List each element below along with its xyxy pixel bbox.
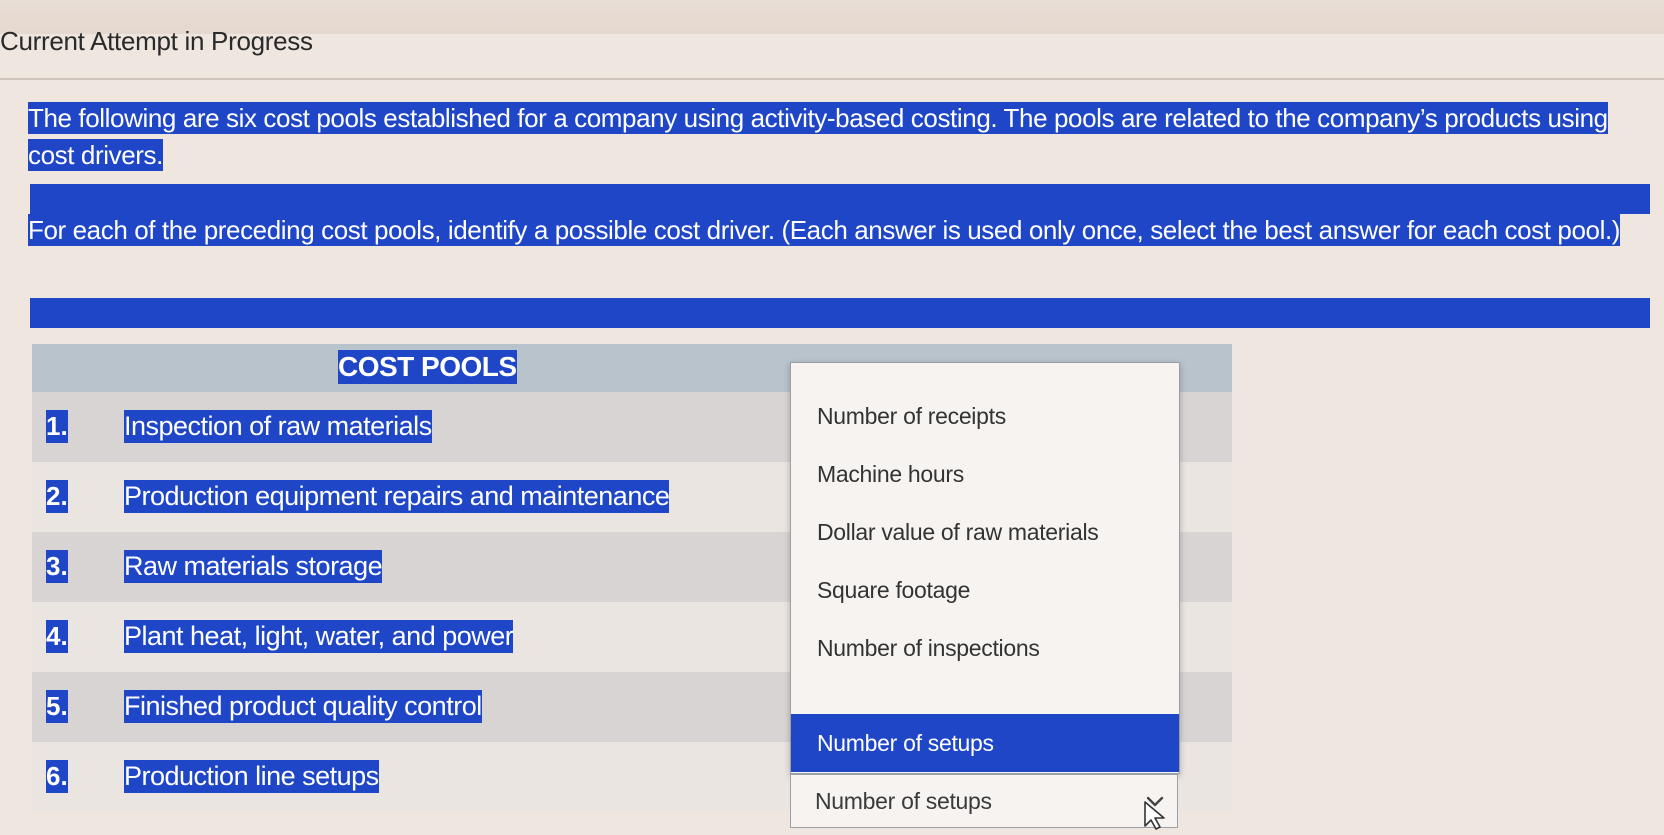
select-current-value: Number of setups — [815, 788, 992, 814]
column-header-cost-pools: COST POOLS — [338, 350, 517, 384]
row-number: 4. — [46, 620, 68, 653]
dropdown-option[interactable]: Square footage — [791, 561, 1179, 619]
row-number: 2. — [46, 480, 68, 513]
cost-pool-label: Production line setups — [124, 760, 379, 793]
header-divider — [0, 78, 1664, 80]
cost-pool-label: Production equipment repairs and mainten… — [124, 480, 670, 513]
selection-gap — [30, 298, 1650, 328]
cost-pool-label: Plant heat, light, water, and power — [124, 620, 514, 653]
dropdown-option[interactable]: Machine hours — [791, 445, 1179, 503]
page-title: Current Attempt in Progress — [0, 26, 313, 56]
cost-pool-label: Inspection of raw materials — [124, 410, 432, 443]
mouse-cursor-icon — [1142, 800, 1170, 830]
dropdown-option[interactable]: Number of inspections — [791, 619, 1179, 677]
cost-driver-select-row6[interactable]: Number of setups — [790, 774, 1178, 828]
dropdown-option[interactable]: Dollar value of raw materials — [791, 503, 1179, 561]
cost-driver-dropdown-list: Number of receipts Machine hours Dollar … — [790, 362, 1180, 774]
question-instruction: For each of the preceding cost pools, id… — [28, 212, 1648, 249]
row-number: 1. — [46, 410, 68, 443]
question-instruction-text: For each of the preceding cost pools, id… — [28, 214, 1621, 246]
dropdown-option[interactable]: Number of receipts — [791, 387, 1179, 445]
selection-gap — [30, 184, 1650, 214]
cost-pool-label: Finished product quality control — [124, 690, 482, 723]
row-number: 6. — [46, 760, 68, 793]
row-number: 5. — [46, 690, 68, 723]
question-intro-text: The following are six cost pools establi… — [28, 102, 1608, 171]
row-number: 3. — [46, 550, 68, 583]
dropdown-option-highlighted[interactable]: Number of setups — [791, 714, 1179, 772]
cost-pool-label: Raw materials storage — [124, 550, 383, 583]
question-intro: The following are six cost pools establi… — [28, 100, 1648, 174]
